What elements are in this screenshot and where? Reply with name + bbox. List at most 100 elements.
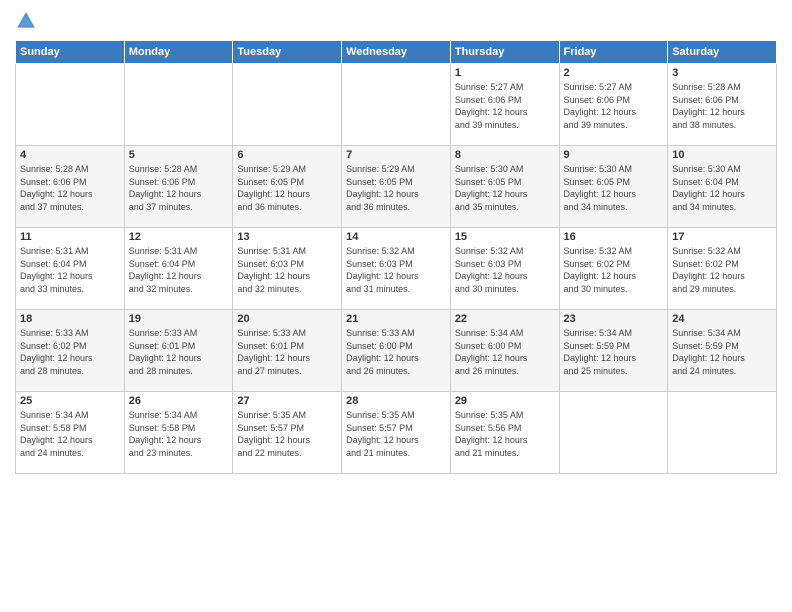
calendar-cell [342,64,451,146]
calendar-cell: 23 Sunrise: 5:34 AM Sunset: 5:59 PM Dayli… [559,310,668,392]
day-info: Sunrise: 5:29 AM Sunset: 6:05 PM Dayligh… [237,163,337,213]
calendar-cell: 6 Sunrise: 5:29 AM Sunset: 6:05 PM Daylig… [233,146,342,228]
day-number: 20 [237,313,337,325]
calendar-cell: 27 Sunrise: 5:35 AM Sunset: 5:57 PM Dayli… [233,392,342,474]
logo [15,10,39,32]
day-info: Sunrise: 5:28 AM Sunset: 6:06 PM Dayligh… [20,163,120,213]
calendar-table: SundayMondayTuesdayWednesdayThursdayFrid… [15,40,777,474]
day-info: Sunrise: 5:34 AM Sunset: 5:59 PM Dayligh… [672,327,772,377]
day-info: Sunrise: 5:34 AM Sunset: 6:00 PM Dayligh… [455,327,555,377]
day-info: Sunrise: 5:32 AM Sunset: 6:03 PM Dayligh… [346,245,446,295]
calendar-cell: 19 Sunrise: 5:33 AM Sunset: 6:01 PM Dayli… [124,310,233,392]
day-number: 14 [346,231,446,243]
day-info: Sunrise: 5:32 AM Sunset: 6:02 PM Dayligh… [672,245,772,295]
calendar-cell: 11 Sunrise: 5:31 AM Sunset: 6:04 PM Dayli… [16,228,125,310]
calendar-cell: 8 Sunrise: 5:30 AM Sunset: 6:05 PM Daylig… [450,146,559,228]
calendar-cell: 29Sunrise: 5:35 AM Sunset: 5:56 PM Dayli… [450,392,559,474]
day-number: 9 [564,149,664,161]
day-info: Sunrise: 5:30 AM Sunset: 6:04 PM Dayligh… [672,163,772,213]
calendar-cell: 26 Sunrise: 5:34 AM Sunset: 5:58 PM Dayli… [124,392,233,474]
day-number: 6 [237,149,337,161]
day-info: Sunrise: 5:32 AM Sunset: 6:03 PM Dayligh… [455,245,555,295]
calendar-cell [124,64,233,146]
page: SundayMondayTuesdayWednesdayThursdayFrid… [0,0,792,612]
day-number: 18 [20,313,120,325]
day-info: Sunrise: 5:34 AM Sunset: 5:58 PM Dayligh… [129,409,229,459]
calendar-cell [559,392,668,474]
calendar-cell: 4Sunrise: 5:28 AM Sunset: 6:06 PM Daylig… [16,146,125,228]
calendar-cell: 28Sunrise: 5:35 AM Sunset: 5:57 PM Dayli… [342,392,451,474]
calendar-cell: 3 Sunrise: 5:28 AM Sunset: 6:06 PM Daylig… [668,64,777,146]
day-number: 17 [672,231,772,243]
day-number: 27 [237,395,337,407]
calendar-cell: 17 Sunrise: 5:32 AM Sunset: 6:02 PM Dayli… [668,228,777,310]
day-info: Sunrise: 5:28 AM Sunset: 6:06 PM Dayligh… [129,163,229,213]
calendar-cell: 20 Sunrise: 5:33 AM Sunset: 6:01 PM Dayli… [233,310,342,392]
calendar-cell: 18 Sunrise: 5:33 AM Sunset: 6:02 PM Dayli… [16,310,125,392]
day-info: Sunrise: 5:33 AM Sunset: 6:02 PM Dayligh… [20,327,120,377]
day-number: 19 [129,313,229,325]
calendar-cell: 13 Sunrise: 5:31 AM Sunset: 6:03 PM Dayli… [233,228,342,310]
header-cell-friday: Friday [559,41,668,64]
header-cell-wednesday: Wednesday [342,41,451,64]
day-number: 22 [455,313,555,325]
day-info: Sunrise: 5:27 AM Sunset: 6:06 PM Dayligh… [455,81,555,131]
week-row-3: 11 Sunrise: 5:31 AM Sunset: 6:04 PM Dayli… [16,228,777,310]
day-number: 26 [129,395,229,407]
day-number: 3 [672,67,772,79]
day-number: 10 [672,149,772,161]
day-info: Sunrise: 5:30 AM Sunset: 6:05 PM Dayligh… [564,163,664,213]
calendar-cell: 24Sunrise: 5:34 AM Sunset: 5:59 PM Dayli… [668,310,777,392]
day-number: 21 [346,313,446,325]
day-number: 16 [564,231,664,243]
day-info: Sunrise: 5:28 AM Sunset: 6:06 PM Dayligh… [672,81,772,131]
day-number: 12 [129,231,229,243]
week-row-1: 1 Sunrise: 5:27 AM Sunset: 6:06 PM Daylig… [16,64,777,146]
day-info: Sunrise: 5:27 AM Sunset: 6:06 PM Dayligh… [564,81,664,131]
day-info: Sunrise: 5:34 AM Sunset: 5:59 PM Dayligh… [564,327,664,377]
calendar-cell: 14 Sunrise: 5:32 AM Sunset: 6:03 PM Dayli… [342,228,451,310]
day-info: Sunrise: 5:35 AM Sunset: 5:57 PM Dayligh… [237,409,337,459]
day-number: 8 [455,149,555,161]
day-number: 11 [20,231,120,243]
week-row-5: 25 Sunrise: 5:34 AM Sunset: 5:58 PM Dayli… [16,392,777,474]
day-number: 2 [564,67,664,79]
day-number: 25 [20,395,120,407]
calendar-cell: 21 Sunrise: 5:33 AM Sunset: 6:00 PM Dayli… [342,310,451,392]
day-number: 13 [237,231,337,243]
day-info: Sunrise: 5:33 AM Sunset: 6:00 PM Dayligh… [346,327,446,377]
calendar-cell: 1 Sunrise: 5:27 AM Sunset: 6:06 PM Daylig… [450,64,559,146]
week-row-2: 4Sunrise: 5:28 AM Sunset: 6:06 PM Daylig… [16,146,777,228]
calendar-cell: 25 Sunrise: 5:34 AM Sunset: 5:58 PM Dayli… [16,392,125,474]
day-info: Sunrise: 5:35 AM Sunset: 5:57 PM Dayligh… [346,409,446,459]
day-info: Sunrise: 5:35 AM Sunset: 5:56 PM Dayligh… [455,409,555,459]
header-row: SundayMondayTuesdayWednesdayThursdayFrid… [16,41,777,64]
day-info: Sunrise: 5:34 AM Sunset: 5:58 PM Dayligh… [20,409,120,459]
day-number: 7 [346,149,446,161]
day-info: Sunrise: 5:30 AM Sunset: 6:05 PM Dayligh… [455,163,555,213]
calendar-cell: 2 Sunrise: 5:27 AM Sunset: 6:06 PM Daylig… [559,64,668,146]
day-number: 5 [129,149,229,161]
day-info: Sunrise: 5:33 AM Sunset: 6:01 PM Dayligh… [129,327,229,377]
day-info: Sunrise: 5:32 AM Sunset: 6:02 PM Dayligh… [564,245,664,295]
calendar-cell: 12 Sunrise: 5:31 AM Sunset: 6:04 PM Dayli… [124,228,233,310]
header [15,10,777,32]
header-cell-saturday: Saturday [668,41,777,64]
week-row-4: 18 Sunrise: 5:33 AM Sunset: 6:02 PM Dayli… [16,310,777,392]
day-info: Sunrise: 5:31 AM Sunset: 6:04 PM Dayligh… [129,245,229,295]
day-info: Sunrise: 5:29 AM Sunset: 6:05 PM Dayligh… [346,163,446,213]
calendar-cell: 16 Sunrise: 5:32 AM Sunset: 6:02 PM Dayli… [559,228,668,310]
header-cell-thursday: Thursday [450,41,559,64]
calendar-cell [233,64,342,146]
header-cell-sunday: Sunday [16,41,125,64]
calendar-cell: 22 Sunrise: 5:34 AM Sunset: 6:00 PM Dayli… [450,310,559,392]
day-info: Sunrise: 5:31 AM Sunset: 6:04 PM Dayligh… [20,245,120,295]
day-number: 23 [564,313,664,325]
day-number: 1 [455,67,555,79]
day-info: Sunrise: 5:33 AM Sunset: 6:01 PM Dayligh… [237,327,337,377]
logo-icon [15,10,37,32]
header-cell-tuesday: Tuesday [233,41,342,64]
day-number: 15 [455,231,555,243]
day-info: Sunrise: 5:31 AM Sunset: 6:03 PM Dayligh… [237,245,337,295]
calendar-cell: 10 Sunrise: 5:30 AM Sunset: 6:04 PM Dayli… [668,146,777,228]
